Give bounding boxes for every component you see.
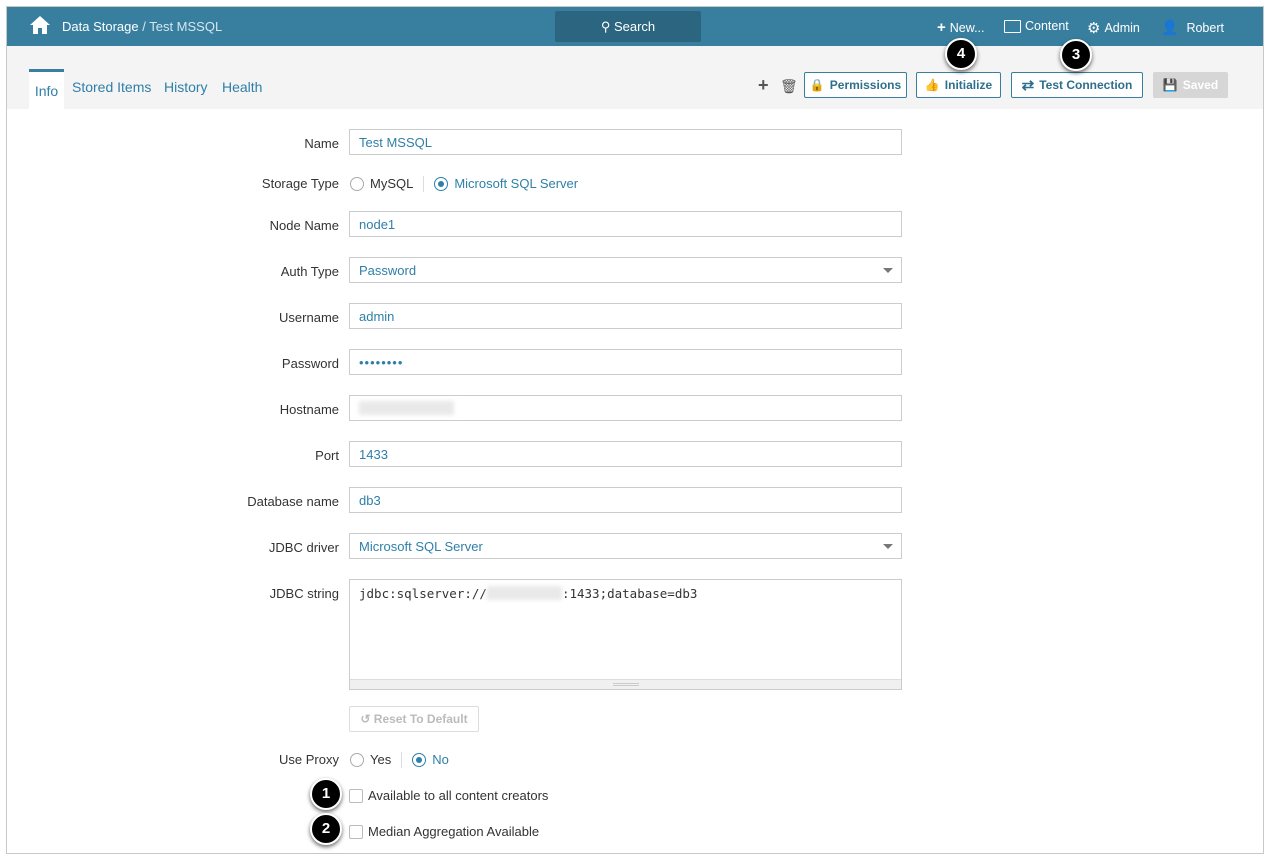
initialize-button[interactable]: 👍 Initialize (916, 72, 1001, 98)
user-icon: 👤 (1161, 19, 1179, 35)
node-name-input[interactable]: node1 (349, 211, 902, 237)
thumbs-up-icon: 👍 (924, 78, 940, 92)
folder-icon (1004, 19, 1021, 33)
chevron-down-icon (883, 544, 893, 549)
save-icon: 💾 (1162, 78, 1178, 92)
divider (423, 176, 425, 192)
permissions-button[interactable]: 🔒 Permissions (804, 72, 907, 98)
permissions-label: Permissions (829, 78, 902, 92)
jdbc-string-textarea[interactable]: jdbc:sqlserver:// :1433;database=db3 (349, 579, 902, 690)
median-aggregation-checkbox[interactable]: Median Aggregation Available (349, 824, 539, 839)
radio-label: Microsoft SQL Server (454, 176, 579, 191)
password-label: Password (281, 356, 339, 371)
tab-stored-items[interactable]: Stored Items (72, 79, 151, 95)
breadcrumb: Data Storage / Test MSSQL (62, 19, 222, 34)
username-label: Username (279, 310, 339, 325)
breadcrumb-separator: / (138, 19, 150, 34)
search-label: Search (613, 19, 656, 34)
divider (401, 752, 403, 768)
auth-type-value: Password (359, 263, 417, 278)
home-icon[interactable] (29, 15, 51, 35)
database-name-label: Database name (247, 494, 339, 509)
app-window: Data Storage / Test MSSQL ⚲ Search + New.… (6, 6, 1264, 854)
jdbc-suffix: :1433;database=db3 (561, 586, 698, 601)
saved-label: Saved (1182, 78, 1219, 92)
jdbc-driver-select[interactable]: Microsoft SQL Server (349, 533, 902, 559)
user-label: Robert (1186, 20, 1224, 35)
redacted-hostname (359, 401, 454, 415)
storage-type-label: Storage Type (261, 176, 339, 191)
radio-label: MySQL (370, 176, 414, 191)
radio-mssql[interactable]: Microsoft SQL Server (434, 176, 578, 191)
radio-label: No (432, 752, 449, 767)
port-label: Port (315, 448, 339, 463)
content-label: Content (1025, 19, 1069, 33)
node-name-label: Node Name (269, 218, 339, 233)
jdbc-prefix: jdbc:sqlserver:// (359, 586, 487, 601)
hostname-label: Hostname (279, 402, 339, 417)
add-icon[interactable]: + (758, 75, 769, 96)
breadcrumb-current: Test MSSQL (149, 19, 223, 34)
new-menu[interactable]: + New... (937, 19, 985, 36)
radio-mysql[interactable]: MySQL (350, 176, 413, 191)
radio-label: Yes (370, 752, 392, 767)
admin-menu[interactable]: ⚙ Admin (1087, 19, 1140, 37)
lock-icon: 🔒 (809, 78, 825, 92)
admin-label: Admin (1104, 21, 1140, 35)
port-input[interactable]: 1433 (349, 441, 902, 467)
use-proxy-label: Use Proxy (279, 752, 339, 767)
search-button[interactable]: ⚲ Search (555, 11, 701, 42)
radio-proxy-yes[interactable]: Yes (350, 752, 391, 767)
search-icon: ⚲ (600, 19, 611, 34)
trash-icon[interactable]: 🗑 (780, 78, 798, 95)
chevron-down-icon (883, 268, 893, 273)
auth-type-select[interactable]: Password (349, 257, 902, 283)
storage-type-radio-group: MySQL Microsoft SQL Server (350, 176, 578, 192)
step-badge-4: 4 (945, 38, 977, 70)
reset-to-default-button[interactable]: ↺ Reset To Default (349, 706, 479, 732)
resize-handle[interactable] (350, 679, 901, 689)
tab-info[interactable]: Info (29, 69, 64, 109)
content-menu[interactable]: Content (1004, 19, 1069, 33)
hostname-input[interactable] (349, 395, 902, 421)
jdbc-driver-label: JDBC driver (268, 540, 339, 555)
checkbox-label: Median Aggregation Available (368, 824, 540, 839)
user-menu[interactable]: 👤 Robert (1161, 19, 1224, 36)
initialize-label: Initialize (944, 78, 993, 92)
tab-history[interactable]: History (164, 79, 208, 95)
radio-circle (434, 177, 449, 191)
database-name-input[interactable]: db3 (349, 487, 902, 513)
checkbox (349, 825, 363, 839)
username-input[interactable]: admin (349, 303, 902, 329)
exchange-icon: ⇄ (1021, 77, 1035, 94)
radio-proxy-no[interactable]: No (412, 752, 449, 767)
jdbc-string-label: JDBC string (269, 586, 339, 601)
breadcrumb-root[interactable]: Data Storage (62, 19, 139, 34)
radio-circle (412, 753, 427, 767)
step-badge-1: 1 (310, 778, 342, 810)
test-connection-button[interactable]: ⇄ Test Connection (1011, 72, 1143, 98)
undo-icon: ↺ (360, 712, 371, 726)
saved-button: 💾 Saved (1153, 72, 1228, 98)
reset-label: Reset To Default (373, 712, 468, 726)
redacted-host (486, 586, 562, 600)
radio-circle (350, 177, 364, 191)
new-label: New... (949, 20, 985, 35)
step-badge-2: 2 (310, 813, 342, 845)
name-input[interactable]: Test MSSQL (349, 129, 902, 155)
gear-icon: ⚙ (1087, 20, 1101, 37)
available-to-all-checkbox[interactable]: Available to all content creators (349, 788, 548, 803)
password-input[interactable]: •••••••• (349, 349, 902, 375)
test-connection-label: Test Connection (1039, 78, 1133, 92)
jdbc-driver-value: Microsoft SQL Server (359, 539, 483, 554)
step-badge-3: 3 (1060, 39, 1092, 71)
checkbox (349, 789, 363, 803)
auth-type-label: Auth Type (280, 264, 339, 279)
name-label: Name (304, 136, 339, 151)
plus-icon: + (937, 19, 946, 36)
checkbox-label: Available to all content creators (368, 788, 549, 803)
use-proxy-radio-group: Yes No (350, 752, 449, 768)
tab-health[interactable]: Health (222, 79, 262, 95)
radio-circle (350, 753, 364, 767)
